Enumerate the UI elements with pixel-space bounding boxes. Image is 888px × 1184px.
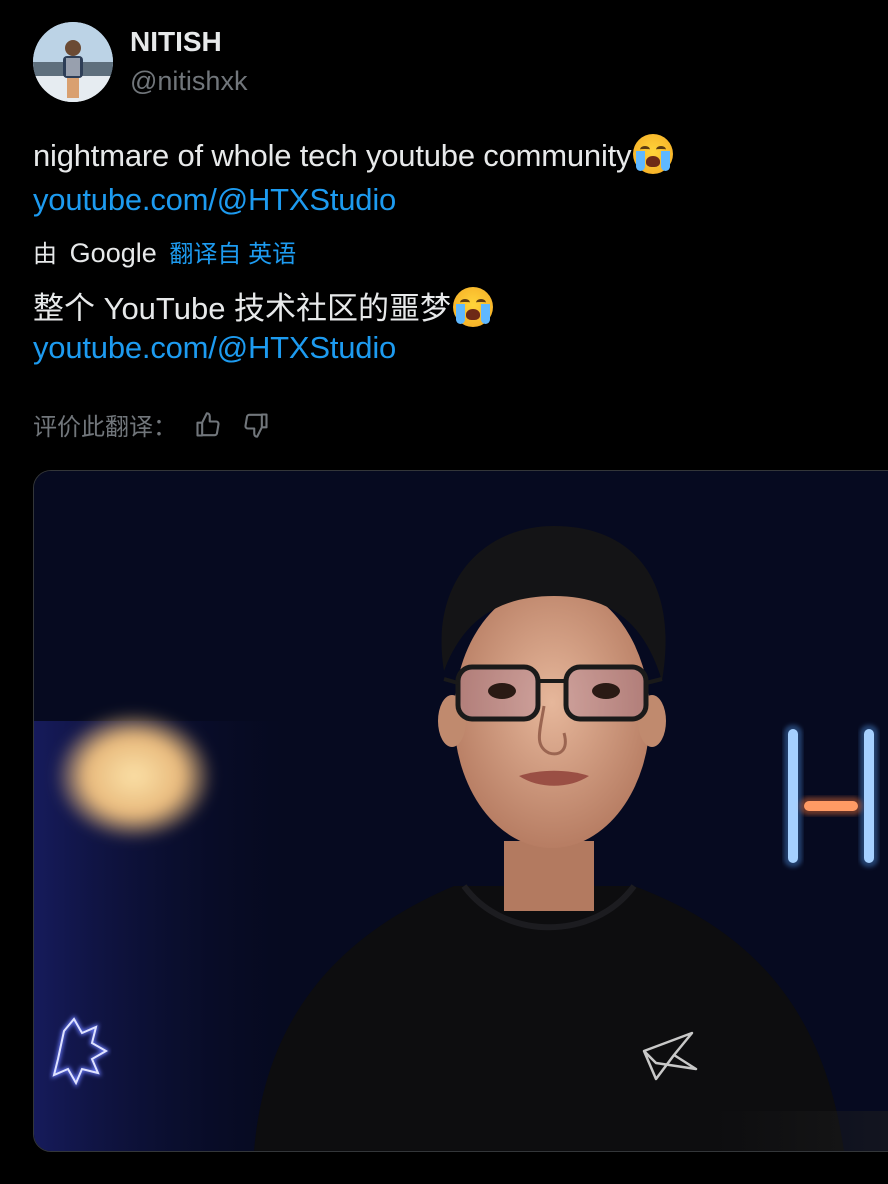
media-video-thumbnail[interactable] — [33, 470, 888, 1152]
translation-attribution: 由 Google 翻译自 英语 — [33, 234, 296, 269]
translated-from-link[interactable]: 翻译自 英语 — [169, 241, 296, 268]
thumbs-up-icon[interactable] — [191, 408, 225, 442]
tweet-text: nightmare of whole tech youtube communit… — [33, 134, 674, 174]
translated-text-content: 整个 YouTube 技术社区的噩梦 — [33, 291, 452, 326]
google-label: Google — [69, 238, 157, 268]
translated-text: 整个 YouTube 技术社区的噩梦 — [33, 283, 494, 328]
translated-by-label: 由 — [33, 241, 57, 268]
loudly-crying-face-icon — [453, 287, 494, 327]
thumbs-down-icon[interactable] — [239, 408, 273, 442]
tweet-link[interactable]: youtube.com/@HTXStudio — [33, 182, 396, 218]
user-handle: @nitishxk — [130, 66, 248, 96]
translated-link[interactable]: youtube.com/@HTXStudio — [33, 330, 396, 366]
tweet-text-content: nightmare of whole tech youtube communit… — [33, 138, 632, 173]
avatar[interactable] — [33, 22, 113, 102]
loudly-crying-face-icon — [633, 134, 674, 174]
watermark — [714, 1111, 888, 1151]
video-frame-image — [34, 471, 888, 1151]
rate-translation: 评价此翻译： — [33, 407, 273, 442]
display-name[interactable]: NITISH — [130, 26, 222, 58]
rate-translation-label: 评价此翻译： — [33, 414, 177, 441]
